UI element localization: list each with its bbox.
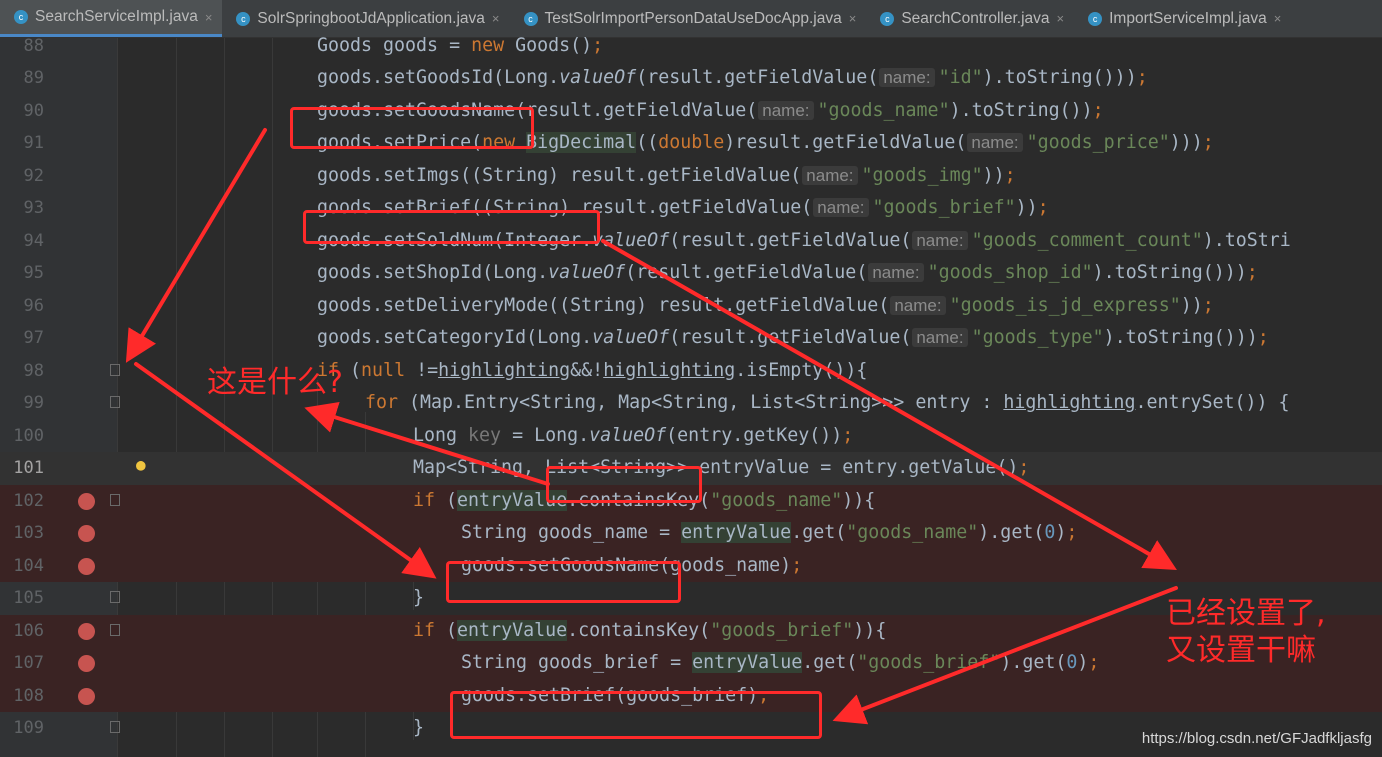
- arrow-to-remark: [601, 239, 1177, 570]
- watermark: https://blog.csdn.net/GFJadfkljasfg: [1141, 730, 1372, 747]
- annotation-remark-line2: 又设置干嘛: [1166, 632, 1316, 668]
- annotation-remark-line1: 已经设置了,: [1166, 596, 1326, 631]
- arrow-to-question: [304, 401, 550, 486]
- annotation-remark: 已经设置了, 又设置干嘛: [1166, 596, 1326, 669]
- arrow-to-gutter: [125, 128, 267, 363]
- annotation-question: 这是什么?: [207, 365, 343, 400]
- arrow-to-line-108: [832, 586, 1178, 725]
